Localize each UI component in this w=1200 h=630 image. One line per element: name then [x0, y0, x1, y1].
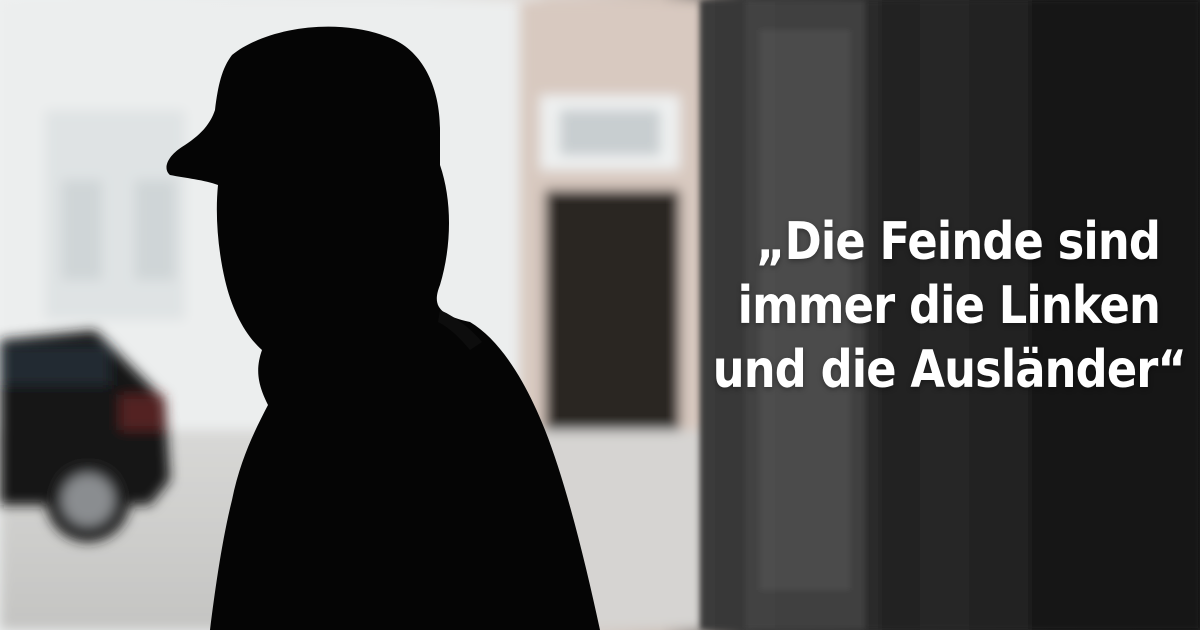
photo-scene: „Die Feinde sind immer die Linken und di… — [0, 0, 1200, 630]
quote-line-3: und die Ausländer“ — [712, 340, 1187, 400]
quote-text: „Die Feinde sind immer die Linken und di… — [712, 210, 1187, 402]
quote-line-1: „Die Feinde sind — [756, 212, 1161, 272]
quote-line-2: immer die Linken — [737, 276, 1161, 336]
